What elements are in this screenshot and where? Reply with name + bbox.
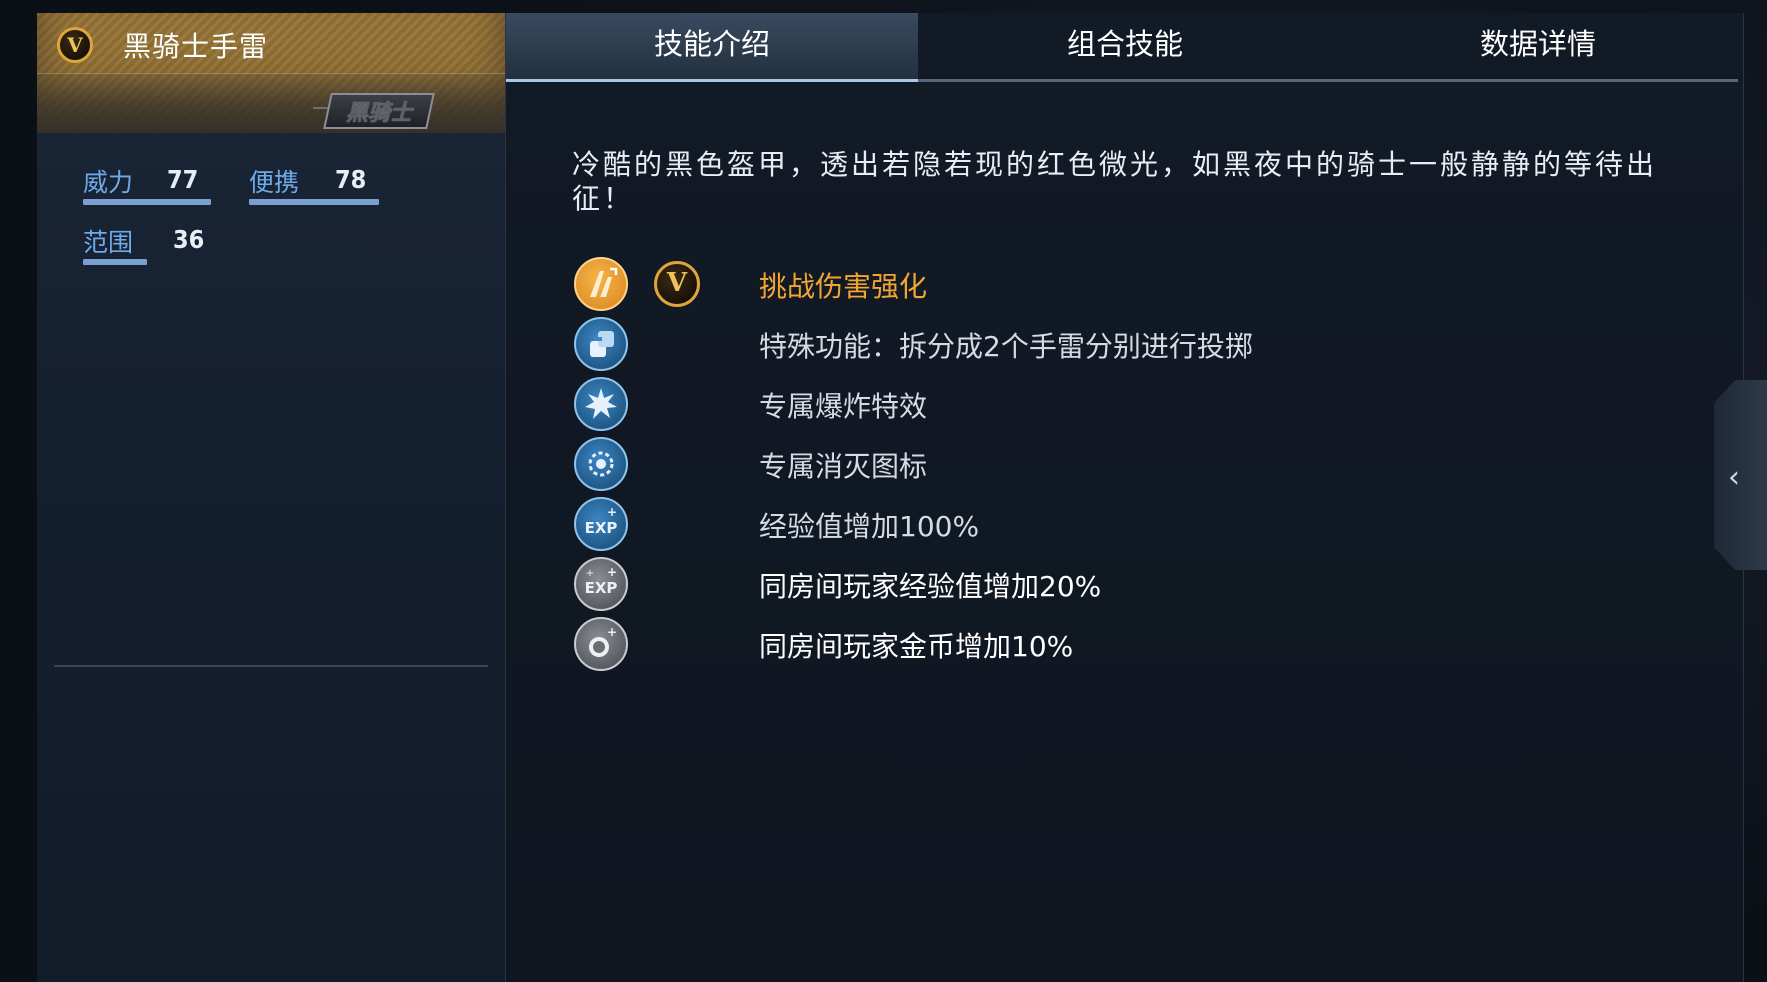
skill-text: 同房间玩家经验值增加20% xyxy=(759,570,1102,603)
svg-text:+: + xyxy=(607,565,617,579)
weapon-name: 黑骑士手雷 xyxy=(123,30,269,63)
tab-skill-intro[interactable]: 技能介绍 xyxy=(506,13,918,82)
weapon-detail-screen: V 黑骑士手雷 黑骑士 威力 77 便携 78 范围 36 技能介绍 组合技能 xyxy=(0,0,1767,982)
v-rank-icon: V xyxy=(654,261,700,307)
panel-divider xyxy=(54,665,488,667)
skill-row: 专属爆炸特效 xyxy=(574,377,1474,433)
stat-portability: 便携 78 xyxy=(249,163,379,205)
tab-data-details[interactable]: 数据详情 xyxy=(1332,13,1744,79)
stat-value: 77 xyxy=(167,165,199,194)
svg-text:+: + xyxy=(586,568,594,579)
stat-power: 威力 77 xyxy=(83,163,213,205)
stat-range: 范围 36 xyxy=(83,223,213,265)
exp-plus-icon: EXP + xyxy=(574,497,628,551)
stat-value: 36 xyxy=(173,225,205,254)
svg-text:EXP: EXP xyxy=(585,519,618,537)
skill-row: 特殊功能：拆分成2个手雷分别进行投掷 xyxy=(574,317,1474,373)
weapon-info-panel: V 黑骑士手雷 黑骑士 威力 77 便携 78 范围 36 xyxy=(37,13,506,982)
skill-row: EXP + 经验值增加100% xyxy=(574,497,1474,553)
collapse-panel-button[interactable]: ‹ xyxy=(1714,380,1767,570)
tab-bar: 技能介绍 组合技能 数据详情 xyxy=(506,13,1738,82)
skill-row: EXP + + 同房间玩家经验值增加20% xyxy=(574,557,1474,613)
tier-tag-badge: 黑骑士 xyxy=(285,87,435,137)
svg-text:EXP: EXP xyxy=(585,579,618,597)
grenade-split-icon xyxy=(574,317,628,371)
header-divider xyxy=(37,73,505,74)
skill-text: 挑战伤害强化 xyxy=(759,270,928,303)
stat-bar xyxy=(83,259,147,265)
skill-text: 经验值增加100% xyxy=(759,510,980,543)
skill-row: V 挑战伤害强化 xyxy=(574,257,1474,313)
room-coin-plus-icon: + xyxy=(574,617,628,671)
stat-label: 范围 xyxy=(83,228,134,257)
stat-label: 便携 xyxy=(249,168,300,197)
skill-row: 专属消灭图标 xyxy=(574,437,1474,493)
svg-text:+: + xyxy=(607,505,617,519)
stat-bar xyxy=(83,199,211,205)
stat-value: 78 xyxy=(335,165,367,194)
chevron-left-icon: ‹ xyxy=(1728,460,1740,495)
skill-row: + 同房间玩家金币增加10% xyxy=(574,617,1474,673)
tier-tag-label: 黑骑士 xyxy=(345,101,412,126)
explosion-effect-icon xyxy=(574,377,628,431)
v-rank-icon: V xyxy=(57,27,93,63)
skill-text: 专属消灭图标 xyxy=(759,450,928,483)
stat-bar xyxy=(249,199,379,205)
kill-icon-badge-icon xyxy=(574,437,628,491)
skill-text: 特殊功能：拆分成2个手雷分别进行投掷 xyxy=(759,330,1253,363)
weapon-description: 冷酷的黑色盔甲，透出若隐若现的红色微光，如黑夜中的骑士一般静静的等待出征！ xyxy=(572,148,1658,215)
details-panel: 技能介绍 组合技能 数据详情 冷酷的黑色盔甲，透出若隐若现的红色微光，如黑夜中的… xyxy=(505,13,1744,982)
svg-text:+: + xyxy=(607,625,617,639)
attack-boost-icon xyxy=(574,257,628,311)
skill-text: 同房间玩家金币增加10% xyxy=(759,630,1074,663)
stat-label: 威力 xyxy=(83,168,134,197)
skill-text: 专属爆炸特效 xyxy=(759,390,928,423)
tab-combo-skills[interactable]: 组合技能 xyxy=(919,13,1331,79)
room-exp-plus-icon: EXP + + xyxy=(574,557,628,611)
